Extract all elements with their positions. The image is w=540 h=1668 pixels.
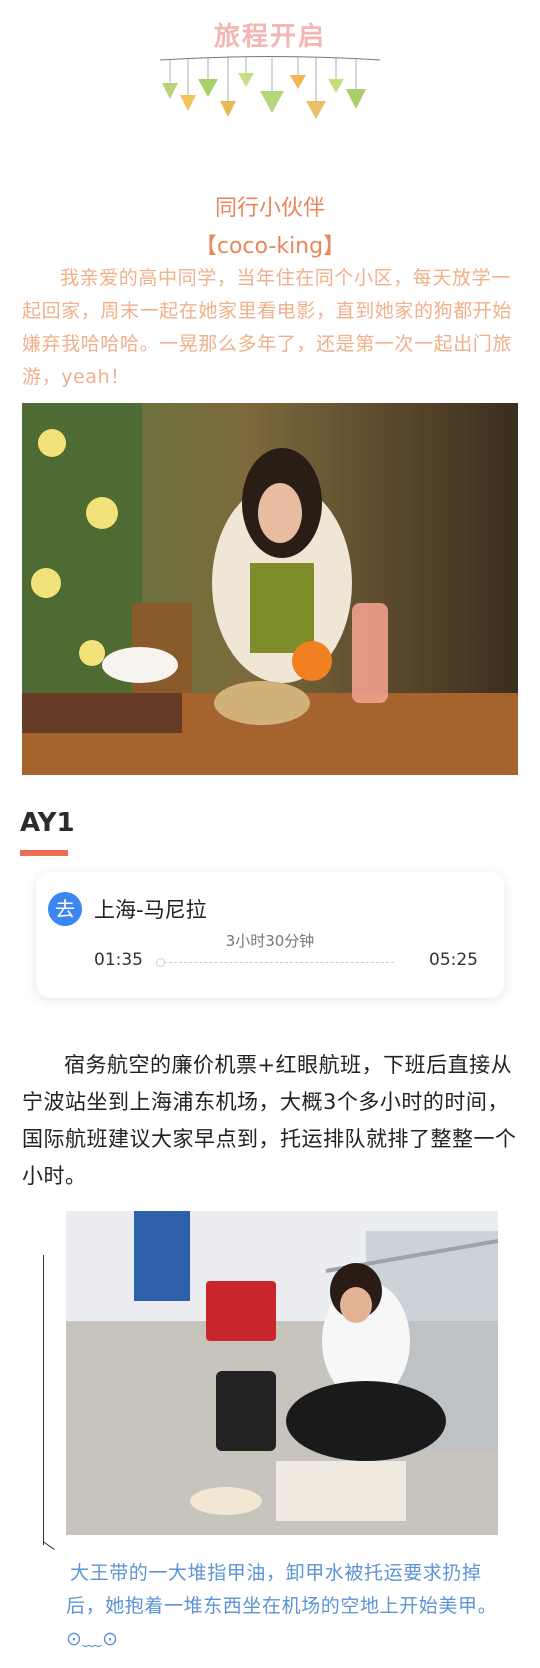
hanging-zongzi-garland-icon	[160, 56, 380, 119]
companion-section-title: 同行小伙伴	[214, 196, 325, 221]
restaurant-photo[interactable]	[22, 403, 518, 775]
companion-name: 【coco-king】	[194, 234, 346, 259]
story-paragraph: 宿务航空的廉价机票+红眼航班，下班后直接从宁波站坐到上海浦东机场，大概3个多小时…	[22, 1053, 517, 1188]
companion-intro: 我亲爱的高中同学，当年住在同个小区，每天放学一起回家，周末一起在她家里看电影，直…	[22, 267, 513, 388]
banner-title: 旅程开启	[213, 22, 326, 52]
flight-card[interactable]: 去 上海-马尼拉 3小时30分钟 01:35 05:25	[36, 872, 504, 998]
quote-rule	[43, 1255, 44, 1545]
photo-caption: 大王带的一大堆指甲油，卸甲水被托运要求扔掉后，她抱着一堆东西坐在机场的空地上开始…	[66, 1562, 498, 1650]
departure-time: 01:35	[94, 950, 143, 970]
flight-duration: 3小时30分钟	[225, 932, 315, 950]
airport-photo[interactable]	[66, 1211, 498, 1535]
day-underline	[20, 850, 68, 856]
outbound-badge: 去	[48, 892, 82, 926]
day-label: AY1	[20, 808, 75, 838]
quote-rule-tick	[42, 1541, 55, 1550]
article-page: 旅程开启 同行小伙伴 【coco-king】 我亲爱的高中同学，当年住在同个小区…	[0, 0, 540, 1668]
arrival-time: 05:25	[429, 950, 478, 970]
route-line	[164, 962, 394, 963]
flight-route: 上海-马尼拉	[94, 898, 207, 922]
